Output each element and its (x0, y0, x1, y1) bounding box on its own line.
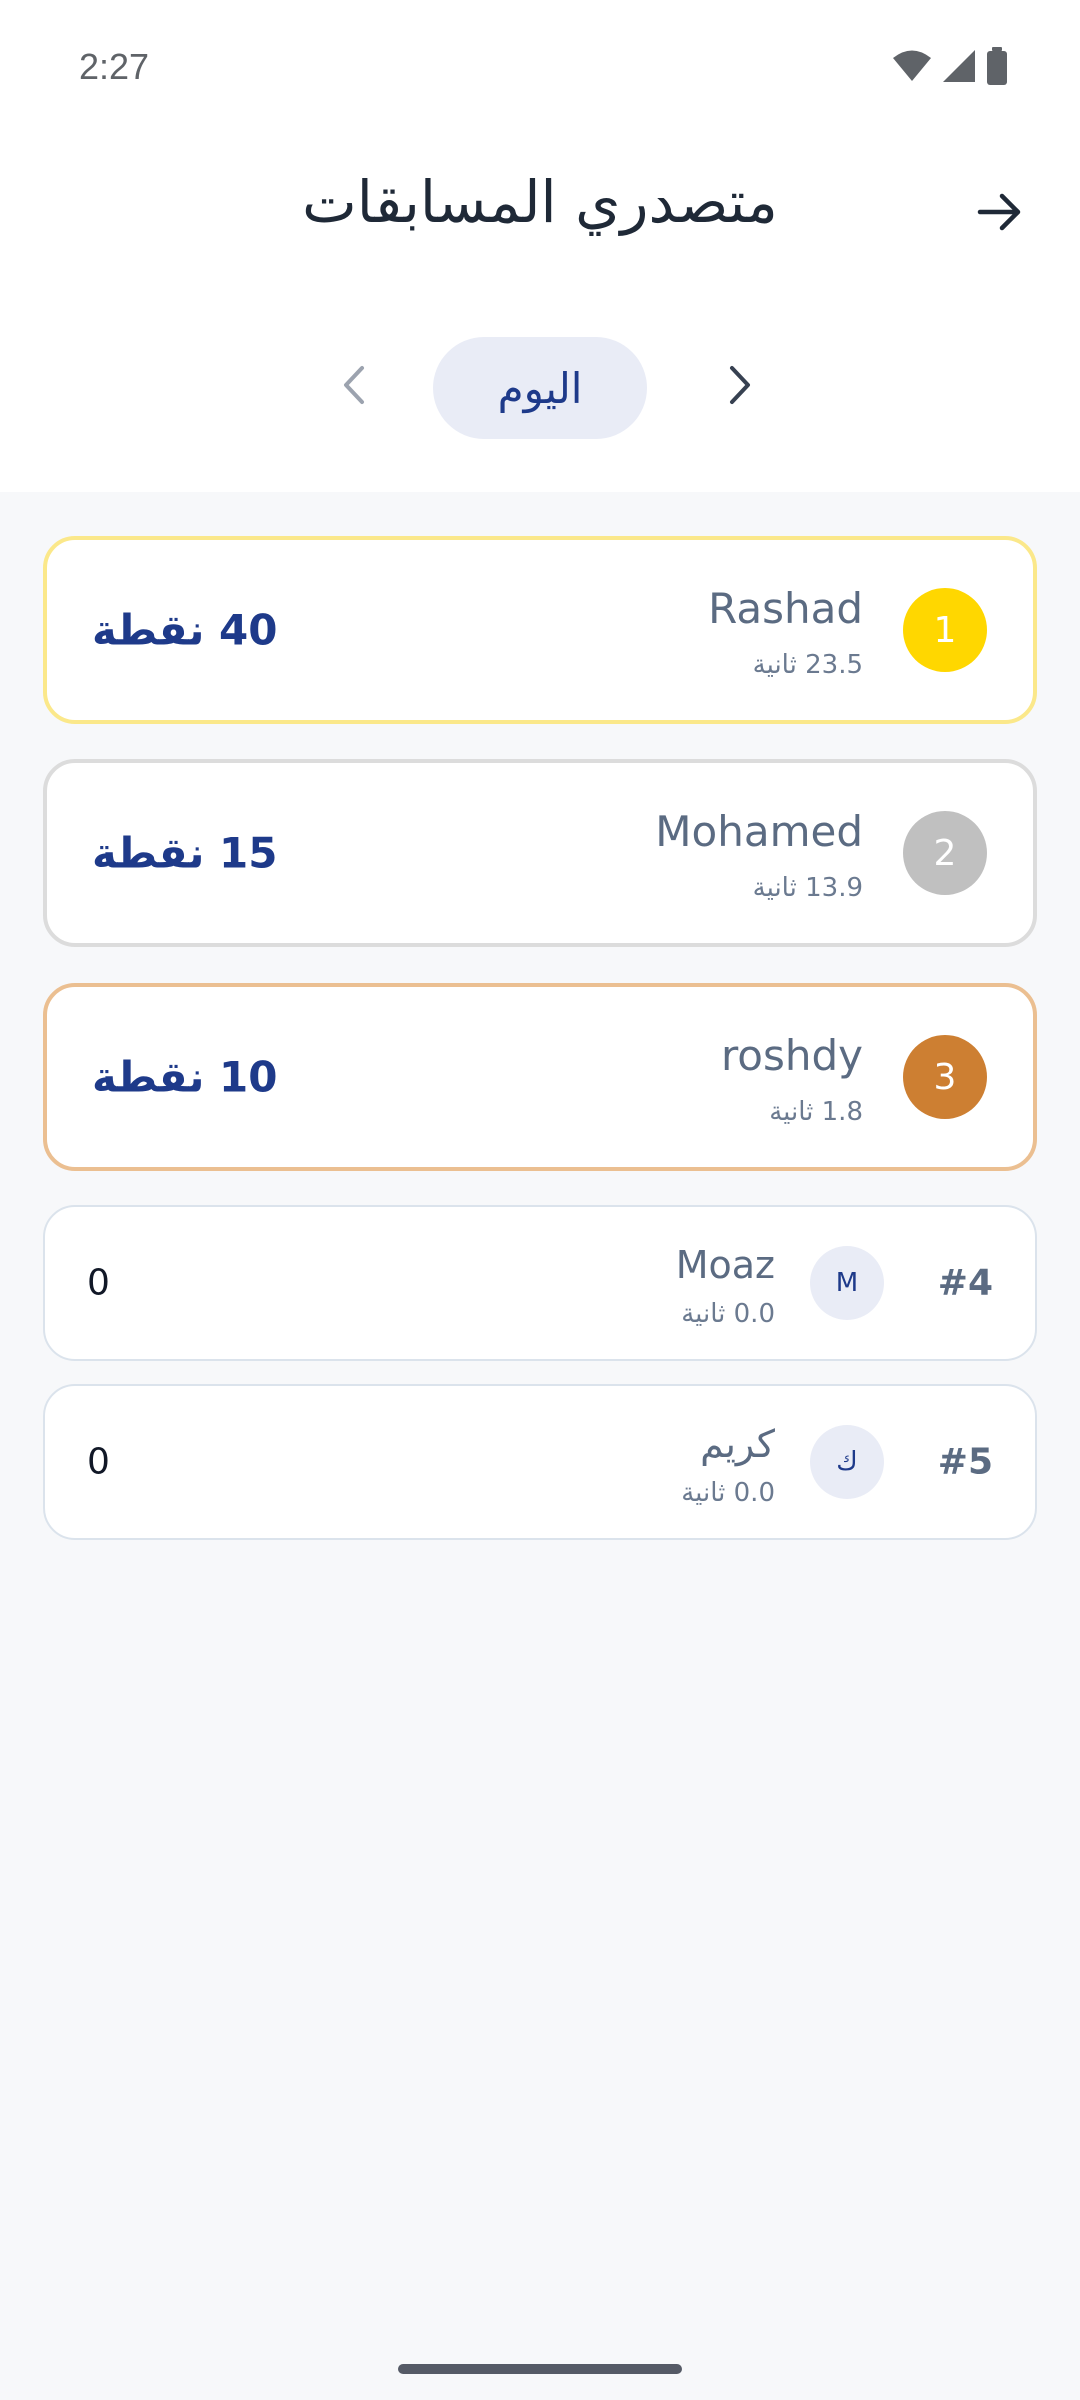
leaderboard-card-rank-4[interactable]: #4 M Moaz 0.0 ثانية 0 (43, 1205, 1037, 1361)
status-icons (892, 46, 1008, 86)
header-area: 2:27 متصدري المسابقات اليوم (0, 0, 1080, 492)
player-time: 13.9 ثانية (752, 873, 863, 903)
rank-badge: 1 (903, 588, 987, 672)
previous-period-button[interactable] (318, 350, 388, 420)
chevron-left-icon (344, 366, 364, 404)
player-score: 15 نقطة (92, 828, 278, 878)
avatar: ك (810, 1425, 884, 1499)
avatar: M (810, 1246, 884, 1320)
chevron-right-icon (730, 366, 750, 404)
leaderboard-card-rank-1[interactable]: 1 Rashad 23.5 ثانية 40 نقطة (43, 536, 1037, 724)
player-score: 0 (87, 1262, 110, 1304)
status-time: 2:27 (79, 46, 150, 87)
player-name: Rashad (708, 584, 863, 633)
player-time: 0.0 ثانية (681, 1478, 775, 1508)
player-name: Mohamed (655, 807, 863, 856)
wifi-icon (893, 50, 931, 81)
next-period-button[interactable] (706, 350, 776, 420)
player-name: Moaz (675, 1243, 775, 1287)
home-indicator[interactable] (398, 2364, 682, 2374)
signal-icon (943, 50, 975, 82)
rank-badge: 3 (903, 1035, 987, 1119)
arrow-right-icon (977, 193, 1021, 231)
rank-number: #4 (937, 1262, 993, 1304)
player-time: 23.5 ثانية (752, 650, 863, 680)
player-time: 1.8 ثانية (769, 1097, 863, 1127)
leaderboard-card-rank-2[interactable]: 2 Mohamed 13.9 ثانية 15 نقطة (43, 759, 1037, 947)
page-title: متصدري المسابقات (302, 168, 778, 236)
leaderboard-card-rank-3[interactable]: 3 roshdy 1.8 ثانية 10 نقطة (43, 983, 1037, 1171)
player-name: كريم (700, 1422, 775, 1466)
player-score: 0 (87, 1441, 110, 1483)
leaderboard-card-rank-5[interactable]: #5 ك كريم 0.0 ثانية 0 (43, 1384, 1037, 1540)
rank-badge: 2 (903, 811, 987, 895)
player-time: 0.0 ثانية (681, 1299, 775, 1329)
player-score: 40 نقطة (92, 605, 278, 655)
battery-icon (987, 47, 1007, 85)
rank-number: #5 (937, 1441, 993, 1483)
period-selector[interactable]: اليوم (433, 337, 647, 439)
player-name: roshdy (720, 1031, 863, 1080)
player-score: 10 نقطة (92, 1052, 278, 1102)
back-button[interactable] (960, 172, 1040, 252)
